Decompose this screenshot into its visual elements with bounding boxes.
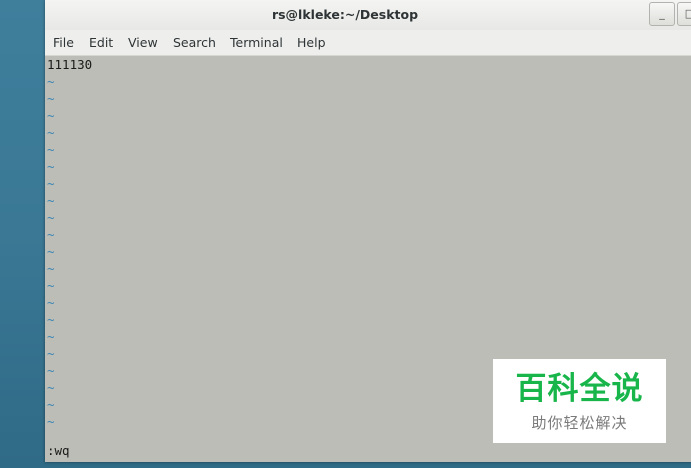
- empty-line-tilde: ~: [47, 142, 55, 157]
- title-bar[interactable]: rs@lkleke:~/Desktop _ □: [45, 0, 691, 30]
- empty-line-tilde: ~: [47, 363, 55, 378]
- menu-search[interactable]: Search: [173, 30, 216, 55]
- empty-line-tilde: ~: [47, 346, 55, 361]
- empty-line-tilde: ~: [47, 397, 55, 412]
- menu-file[interactable]: File: [53, 30, 74, 55]
- empty-line-tilde: ~: [47, 380, 55, 395]
- empty-line-tilde: ~: [47, 261, 55, 276]
- empty-line-tilde: ~: [47, 312, 55, 327]
- maximize-button[interactable]: □: [677, 2, 691, 26]
- empty-line-tilde: ~: [47, 125, 55, 140]
- empty-line-tilde: ~: [47, 278, 55, 293]
- empty-line-tilde: ~: [47, 414, 55, 429]
- empty-line-tilde: ~: [47, 193, 55, 208]
- empty-line-tilde: ~: [47, 176, 55, 191]
- empty-line-tilde: ~: [47, 159, 55, 174]
- empty-line-tilde: ~: [47, 91, 55, 106]
- menu-view[interactable]: View: [128, 30, 158, 55]
- menu-bar: File Edit View Search Terminal Help: [45, 30, 691, 56]
- command-line[interactable]: :wq: [47, 442, 70, 459]
- desktop-background: rs@lkleke:~/Desktop _ □ File Edit View S…: [0, 0, 691, 468]
- menu-help[interactable]: Help: [297, 30, 326, 55]
- file-content-line: 111130: [47, 57, 93, 72]
- watermark-subtitle: 助你轻松解决: [531, 414, 628, 432]
- menu-terminal[interactable]: Terminal: [230, 30, 283, 55]
- empty-line-tilde: ~: [47, 108, 55, 123]
- window-title: rs@lkleke:~/Desktop: [271, 7, 419, 22]
- watermark-title: 百科全说: [515, 371, 644, 407]
- empty-line-tilde: ~: [47, 227, 55, 242]
- watermark-logo: 百科全说 助你轻松解决: [493, 359, 666, 443]
- empty-line-tilde: ~: [47, 329, 55, 344]
- minimize-button[interactable]: _: [649, 2, 675, 26]
- empty-line-tilde: ~: [47, 244, 55, 259]
- menu-edit[interactable]: Edit: [89, 30, 113, 55]
- empty-line-tilde: ~: [47, 210, 55, 225]
- empty-line-tilde: ~: [47, 74, 55, 89]
- empty-line-tilde: ~: [47, 295, 55, 310]
